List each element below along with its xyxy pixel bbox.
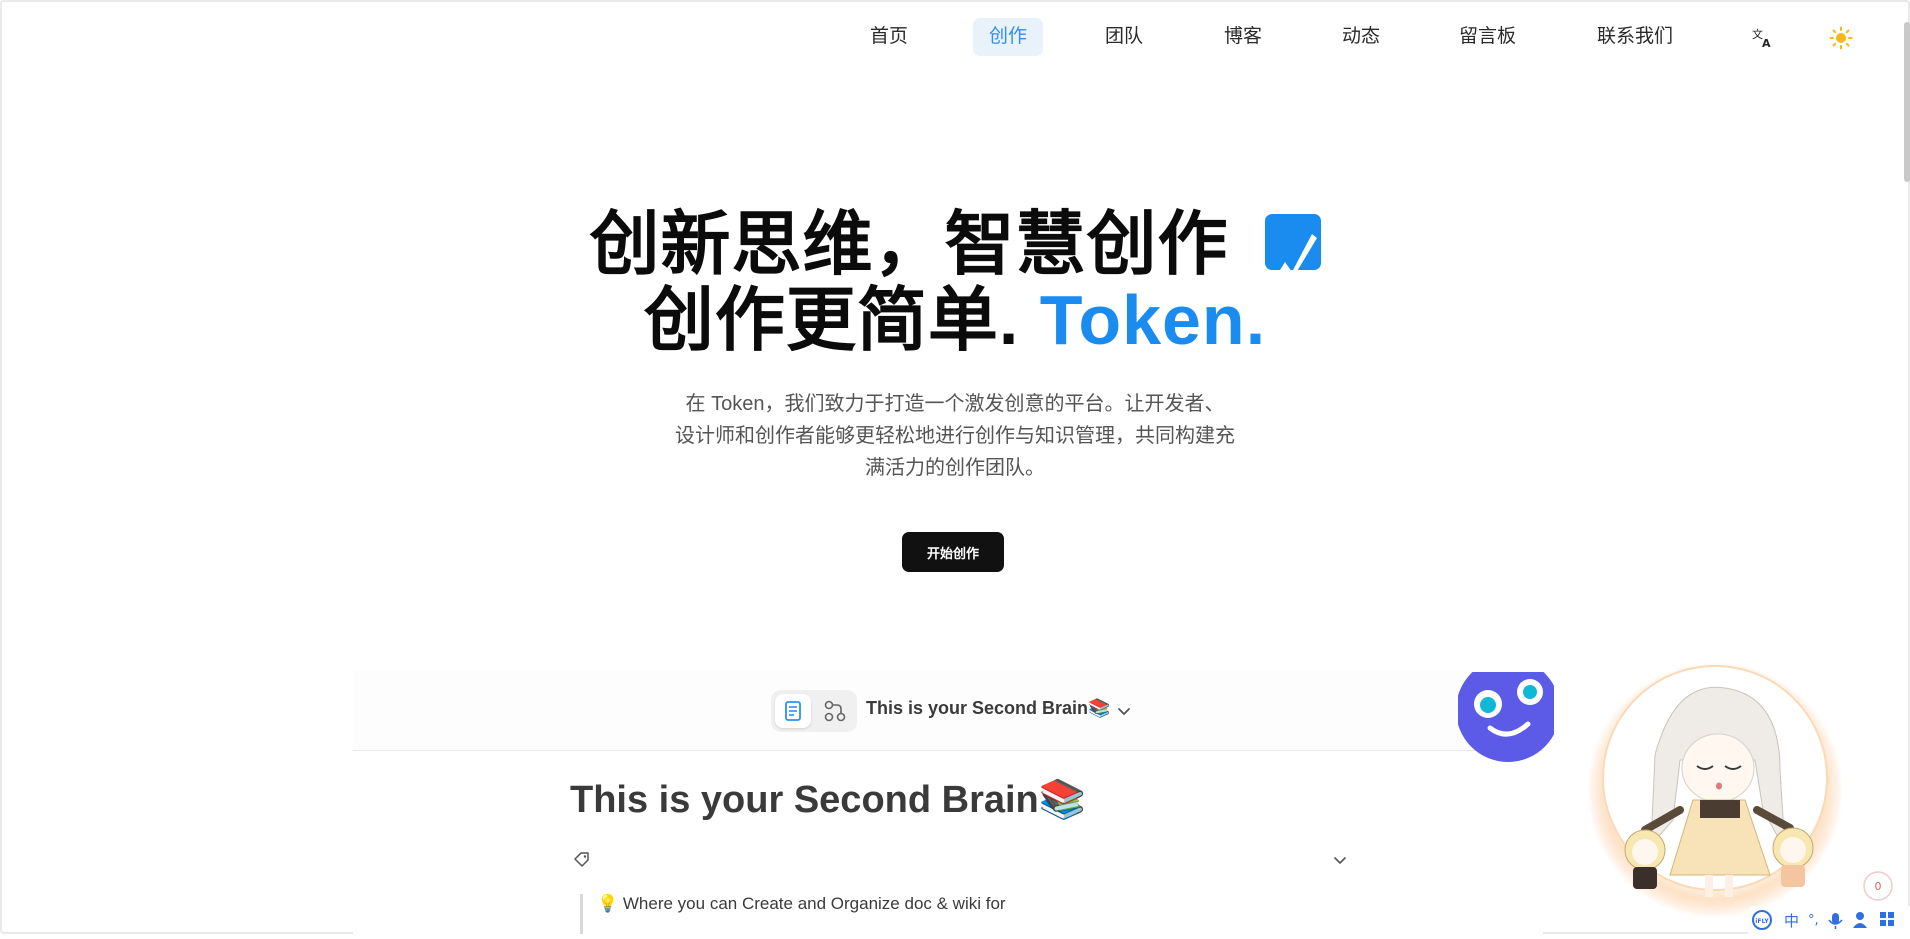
doc-view-button[interactable] (775, 694, 811, 728)
nav-item-team[interactable]: 团队 (1089, 18, 1159, 56)
desc-line: 设计师和创作者能够更轻松地进行创作与知识管理，共同构建充 (675, 425, 1235, 447)
graph-icon (824, 700, 846, 722)
hero-heading-line2: 创作更简单. Token. (0, 264, 1910, 365)
nav-item-contact[interactable]: 联系我们 (1581, 18, 1689, 56)
anime-mascot-widget[interactable] (1585, 660, 1851, 922)
checkbox-icon (1264, 213, 1321, 278)
top-nav: 首页 创作 团队 博客 动态 留言板 联系我们 文 A (0, 14, 1910, 64)
chevron-down-icon[interactable] (1115, 702, 1133, 720)
hero-line2-accent: Token. (1039, 281, 1267, 359)
mascot-face-icon[interactable] (1458, 672, 1554, 762)
counter-value: 0 (1875, 880, 1882, 893)
nav-item-guestbook[interactable]: 留言板 (1443, 18, 1532, 56)
hero-description: 在 Token，我们致力于打造一个激发创意的平台。让开发者、 设计师和创作者能够… (640, 388, 1270, 484)
svg-text:A: A (1762, 37, 1771, 50)
punctuation-icon: °, (1808, 913, 1819, 928)
translate-icon[interactable]: 文 A (1751, 26, 1775, 50)
grid-icon (1880, 912, 1894, 926)
user-icon (1853, 912, 1867, 928)
preview-doc-title: This is your Second Brain📚 (866, 698, 1111, 718)
hero-line2-main: 创作更简单. (643, 281, 1020, 359)
graph-view-button[interactable] (817, 694, 853, 728)
chevron-down-icon[interactable] (1331, 851, 1349, 869)
nav-item-news[interactable]: 动态 (1326, 18, 1396, 56)
nav-item-create[interactable]: 创作 (973, 18, 1044, 56)
tag-icon[interactable] (572, 850, 592, 870)
preview-toolbar: This is your Second Brain📚 (353, 670, 1543, 751)
ime-mode-label: 中 (1784, 912, 1799, 930)
document-title: This is your Second Brain📚 (570, 779, 1087, 821)
desc-line: 在 Token，我们致力于打造一个激发创意的平台。让开发者、 (685, 393, 1225, 415)
progress-counter-icon[interactable]: 0 (1862, 870, 1894, 902)
view-toggle (771, 690, 857, 732)
desc-line: 满活力的创作团队。 (865, 457, 1045, 479)
document-icon (785, 701, 801, 721)
nav-item-blog[interactable]: 博客 (1208, 18, 1278, 56)
editor-preview: This is your Second Brain📚 This is your … (353, 670, 1543, 934)
svg-text:iFLY: iFLY (1755, 918, 1769, 925)
sun-icon[interactable] (1829, 26, 1853, 50)
start-creating-button[interactable]: 开始创作 (902, 532, 1004, 572)
microphone-icon (1828, 913, 1843, 929)
ime-toolbar: iFLY 中 °, (1748, 906, 1910, 934)
nav-item-home[interactable]: 首页 (854, 18, 924, 56)
callout-quote: 💡 Where you can Create and Organize doc … (580, 894, 1006, 934)
